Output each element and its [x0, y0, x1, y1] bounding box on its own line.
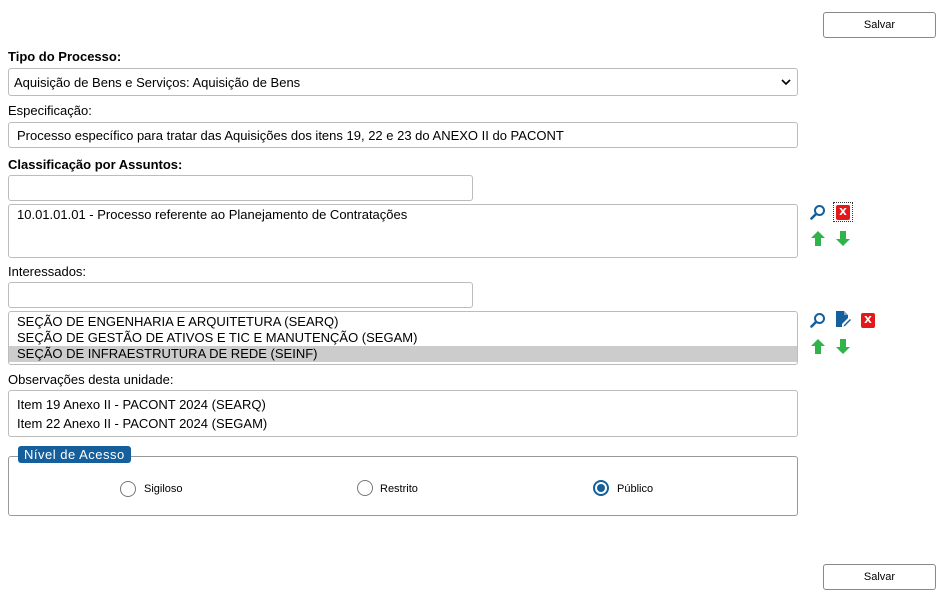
save-button-top[interactable]: Salvar — [823, 12, 936, 38]
especificacao-label: Especificação: — [8, 103, 92, 118]
remove-assunto-button[interactable]: X — [833, 202, 853, 222]
list-item-selected[interactable]: SEÇÃO DE INFRAESTRUTURA DE REDE (SEINF) — [9, 346, 797, 362]
observacao-line: Item 19 Anexo II - PACONT 2024 (SEARQ) — [17, 397, 266, 412]
tipo-processo-label: Tipo do Processo: — [8, 49, 122, 64]
radio-publico[interactable] — [593, 480, 609, 496]
observacoes-textarea[interactable]: Item 19 Anexo II - PACONT 2024 (SEARQ) I… — [8, 390, 798, 437]
save-button-label: Salvar — [863, 571, 896, 583]
especificacao-input[interactable]: Processo específico para tratar das Aqui… — [8, 122, 798, 148]
tipo-processo-select[interactable]: Aquisição de Bens e Serviços: Aquisição … — [8, 68, 798, 96]
assuntos-search-input[interactable] — [8, 175, 473, 201]
remove-interessado-button[interactable]: X — [859, 311, 877, 329]
observacao-line: Item 22 Anexo II - PACONT 2024 (SEGAM) — [17, 416, 268, 431]
close-icon: X — [836, 204, 850, 220]
interessados-label: Interessados: — [8, 264, 87, 279]
search-icon[interactable] — [809, 311, 827, 329]
chevron-down-icon — [781, 79, 791, 86]
edit-document-icon[interactable] — [834, 310, 852, 328]
radio-restrito-label[interactable]: Restrito — [380, 483, 418, 495]
tipo-processo-value: Aquisição de Bens e Serviços: Aquisição … — [14, 74, 301, 90]
assuntos-label: Classificação por Assuntos: — [8, 157, 183, 172]
list-item[interactable]: SEÇÃO DE GESTÃO DE ATIVOS E TIC E MANUTE… — [9, 330, 797, 346]
observacoes-label: Observações desta unidade: — [8, 372, 174, 387]
list-item[interactable]: 10.01.01.01 - Processo referente ao Plan… — [9, 207, 797, 223]
save-button-label: Salvar — [863, 19, 896, 31]
radio-sigiloso[interactable] — [120, 481, 136, 497]
assuntos-list[interactable]: 10.01.01.01 - Processo referente ao Plan… — [8, 204, 798, 258]
arrow-down-icon[interactable] — [834, 229, 852, 247]
arrow-down-icon[interactable] — [834, 337, 852, 355]
radio-publico-label[interactable]: Público — [617, 483, 653, 495]
especificacao-value: Processo específico para tratar das Aqui… — [17, 127, 564, 143]
radio-restrito[interactable] — [357, 480, 373, 496]
nivel-acesso-legend: Nível de Acesso — [18, 446, 131, 463]
arrow-up-icon[interactable] — [809, 337, 827, 355]
interessados-search-input[interactable] — [8, 282, 473, 308]
save-button-bottom[interactable]: Salvar — [823, 564, 936, 590]
search-icon[interactable] — [809, 203, 827, 221]
arrow-up-icon[interactable] — [809, 229, 827, 247]
radio-sigiloso-label[interactable]: Sigiloso — [144, 483, 183, 495]
list-item[interactable]: SEÇÃO DE ENGENHARIA E ARQUITETURA (SEARQ… — [9, 314, 797, 330]
close-icon: X — [861, 312, 875, 328]
interessados-list[interactable]: SEÇÃO DE ENGENHARIA E ARQUITETURA (SEARQ… — [8, 311, 798, 365]
